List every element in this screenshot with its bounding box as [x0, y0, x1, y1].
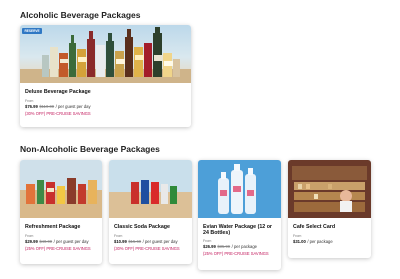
package-name: Deluxe Beverage Package — [25, 89, 91, 95]
price: $76.99 — [25, 103, 38, 109]
price-unit: / per package — [231, 243, 257, 249]
price: $29.99 — [25, 238, 38, 244]
evian-water-package-image — [198, 160, 281, 218]
package-name: Cafe Select Card — [293, 224, 336, 230]
price-unit: / per guest per day — [55, 103, 91, 109]
price: $26.99 — [203, 243, 216, 249]
evian-water-package-card[interactable]: Evian Water Package (12 or 24 Bottles) F… — [198, 160, 281, 270]
refreshment-package-card[interactable]: Refreshment Package From $29.99 $40.00/ p… — [20, 160, 102, 264]
price: $31.00 — [293, 238, 306, 244]
original-price: $35.99 — [217, 243, 231, 249]
price-row: $31.00/ per package — [293, 239, 367, 244]
from-label: From — [203, 238, 212, 243]
price-unit: / per package — [307, 238, 333, 244]
cafe-select-card-image — [288, 160, 371, 218]
original-price: $40.00 — [39, 238, 53, 244]
price-row: $10.99 $15.69/ per guest per day — [114, 239, 188, 244]
from-label: From — [293, 233, 302, 238]
price-row: $29.99 $40.00/ per guest per day — [25, 239, 98, 244]
savings-label: (25% OFF) PRE-CRUISE SAVINGS — [25, 245, 91, 251]
price: $10.99 — [114, 238, 127, 244]
package-name: Refreshment Package — [25, 224, 81, 230]
savings-label: (30% OFF) PRE-CRUISE SAVINGS — [114, 245, 180, 251]
deluxe-beverage-package-card[interactable]: RESERVE Deluxe Beverage Package From $76… — [20, 25, 191, 127]
from-label: From — [25, 98, 34, 103]
price-row: $76.99 $110.00/ per guest per day — [25, 104, 187, 109]
cafe-select-card-package-card[interactable]: Cafe Select Card From $31.00/ per packag… — [288, 160, 371, 258]
alcoholic-section-title: Alcoholic Beverage Packages — [20, 10, 141, 20]
non-alcoholic-section-title: Non-Alcoholic Beverage Packages — [20, 144, 160, 154]
classic-soda-package-card[interactable]: Classic Soda Package From $10.99 $15.69/ … — [109, 160, 192, 264]
price-unit: / per guest per day — [53, 238, 89, 244]
classic-soda-package-image — [109, 160, 192, 218]
original-price: $15.69 — [128, 238, 142, 244]
price-row: $26.99 $35.99/ per package — [203, 244, 277, 249]
from-label: From — [114, 233, 123, 238]
package-name: Evian Water Package (12 or 24 Bottles) — [203, 224, 272, 237]
price-unit: / per guest per day — [142, 238, 178, 244]
package-name: Classic Soda Package — [114, 224, 170, 230]
original-price: $110.00 — [39, 103, 55, 109]
refreshment-package-image — [20, 160, 102, 218]
deluxe-package-image: RESERVE — [20, 25, 191, 83]
from-label: From — [25, 233, 34, 238]
savings-label: (30% OFF) PRE-CRUISE SAVINGS — [25, 110, 91, 116]
reserve-badge: RESERVE — [22, 28, 43, 35]
savings-label: (25% OFF) PRE-CRUISE SAVINGS — [203, 250, 269, 256]
